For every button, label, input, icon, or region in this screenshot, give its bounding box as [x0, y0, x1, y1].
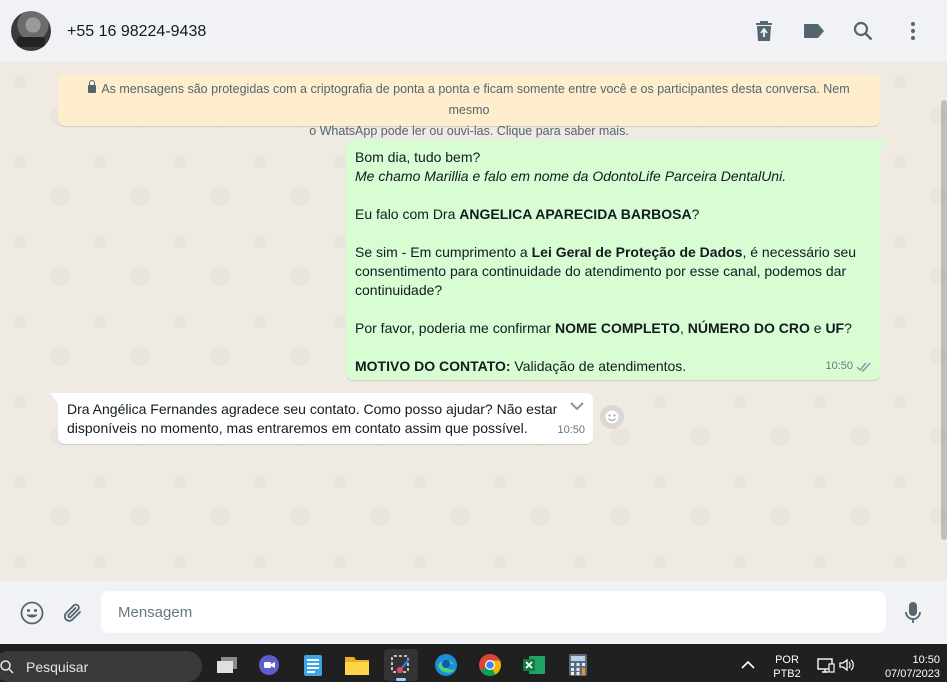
excel-icon[interactable]: [517, 649, 551, 681]
message-time: 10:50: [825, 360, 853, 372]
file-explorer-icon[interactable]: [340, 649, 374, 681]
encryption-notice-line2: o WhatsApp pode ler ou ouvi-las. Clique …: [309, 124, 629, 138]
message-intro: Me chamo Marillia e falo em nome da Odon…: [355, 168, 787, 184]
clock-time: 10:50: [912, 654, 940, 666]
chat-header: +55 16 98224-9438: [0, 0, 947, 62]
message-consent-pre: Se sim - Em cumprimento a: [355, 244, 532, 260]
search-icon[interactable]: [850, 18, 876, 44]
message-motive-text: Validação de atendimentos.: [510, 358, 687, 374]
message-ask-post: ?: [691, 206, 700, 222]
encryption-notice[interactable]: As mensagens são protegidas com a cripto…: [58, 74, 880, 138]
notepad-icon[interactable]: [296, 649, 330, 681]
volume-icon[interactable]: [830, 649, 864, 681]
clock-date: 07/07/2023: [884, 668, 940, 680]
message-composer: [0, 581, 947, 644]
search-icon: [0, 659, 14, 674]
message-confirm-uf: UF: [825, 320, 845, 336]
message-ask-name: ANGELICA APARECIDA BARBOSA: [459, 206, 692, 222]
incoming-message[interactable]: Dra Angélica Fernandes agradece seu cont…: [50, 393, 593, 444]
taskbar-search-label: Pesquisar: [26, 658, 89, 675]
outgoing-message[interactable]: Bom dia, tudo bem? Me chamo Marillia e f…: [346, 140, 888, 380]
message-input[interactable]: [101, 591, 886, 633]
encryption-notice-line1: As mensagens são protegidas com a cripto…: [101, 82, 850, 117]
lock-icon: [88, 80, 97, 93]
incoming-message-time: 10:50: [557, 424, 585, 436]
contact-name[interactable]: +55 16 98224-9438: [67, 23, 206, 41]
calculator-icon[interactable]: [561, 649, 595, 681]
windows-taskbar: Pesquisar POR PTB2 10:50 07/07/2023: [0, 644, 947, 682]
taskbar-search[interactable]: Pesquisar: [0, 651, 202, 682]
message-consent-law: Lei Geral de Proteção de Dados: [531, 244, 743, 260]
clock[interactable]: 10:50 07/07/2023: [868, 653, 940, 681]
input-language[interactable]: POR PTB2: [770, 653, 804, 681]
language-code: POR: [775, 654, 799, 666]
message-confirm-name: NOME COMPLETO: [554, 320, 680, 336]
incoming-message-line2: disponíveis no momento, mas entraremos e…: [67, 420, 528, 436]
message-motive-label: MOTIVO DO CONTATO:: [355, 358, 511, 374]
task-view-icon[interactable]: [210, 649, 244, 681]
read-ticks-icon: [856, 362, 871, 372]
edge-icon[interactable]: [429, 649, 463, 681]
menu-dots-icon[interactable]: [900, 18, 926, 44]
teams-icon[interactable]: [252, 649, 286, 681]
snipping-tool-icon[interactable]: [384, 649, 418, 681]
label-icon[interactable]: [801, 18, 827, 44]
keyboard-layout: PTB2: [773, 668, 801, 680]
chevron-up-icon[interactable]: [731, 649, 765, 681]
contact-avatar[interactable]: [11, 11, 51, 51]
message-confirm-sep1: ,: [679, 320, 688, 336]
chevron-down-icon[interactable]: [564, 401, 584, 417]
chat-area[interactable]: As mensagens são protegidas com a cripto…: [0, 62, 947, 581]
emoji-react-icon[interactable]: [600, 405, 624, 429]
chrome-icon[interactable]: [473, 649, 507, 681]
message-ask-pre: Eu falo com Dra: [355, 206, 460, 222]
message-confirm-cro: NÚMERO DO CRO: [687, 320, 810, 336]
message-confirm-sep2: e: [809, 320, 826, 336]
delete-icon[interactable]: [751, 18, 777, 44]
incoming-message-line1: Dra Angélica Fernandes agradece seu cont…: [67, 401, 557, 417]
chat-scrollbar[interactable]: [941, 100, 947, 540]
incoming-message-meta: 10:50: [557, 421, 585, 440]
message-meta: 10:50: [825, 357, 872, 376]
message-confirm-post: ?: [844, 320, 852, 336]
message-confirm-pre: Por favor, poderia me confirmar: [355, 320, 555, 336]
microphone-icon[interactable]: [900, 600, 926, 626]
message-greeting: Bom dia, tudo bem?: [355, 149, 481, 165]
emoji-icon[interactable]: [19, 600, 45, 626]
attach-icon[interactable]: [60, 600, 86, 626]
